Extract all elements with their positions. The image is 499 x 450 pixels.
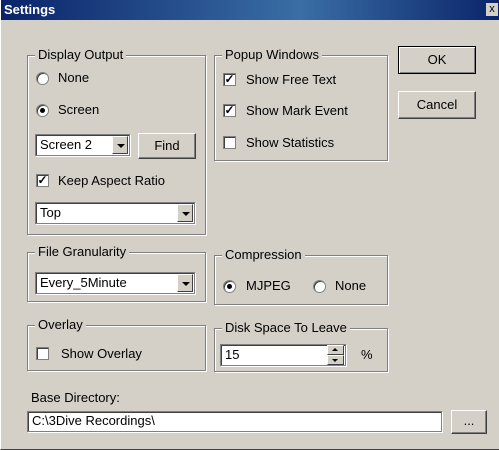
dropdown-arrow-icon[interactable] (112, 136, 128, 154)
dropdown-arrow-icon[interactable] (177, 274, 193, 292)
disk-space-input[interactable]: 15 (220, 344, 346, 366)
compression-mjpeg-label: MJPEG (246, 278, 291, 293)
check-icon: ✓ (224, 72, 235, 86)
check-icon: ✓ (37, 173, 48, 187)
compression-none-radio[interactable] (313, 280, 326, 293)
position-select-value: Top (40, 205, 61, 220)
show-free-text-label: Show Free Text (246, 72, 337, 87)
display-screen-label: Screen (58, 102, 100, 117)
display-screen-radio[interactable] (36, 104, 49, 117)
keep-aspect-checkbox[interactable]: ✓ (36, 174, 49, 187)
compression-legend: Compression (222, 247, 305, 263)
show-mark-event-label: Show Mark Event (246, 103, 348, 118)
show-mark-event-checkbox[interactable]: ✓ (223, 104, 236, 117)
spin-down-icon[interactable] (327, 355, 344, 365)
compression-none-label: None (335, 278, 367, 293)
close-button[interactable]: x (486, 3, 498, 16)
disk-space-value: 15 (225, 347, 240, 362)
position-select[interactable]: Top (35, 202, 195, 224)
disk-space-unit: % (361, 347, 373, 362)
show-free-text-checkbox[interactable]: ✓ (223, 73, 236, 86)
compression-mjpeg-radio[interactable] (223, 280, 236, 293)
title-bar[interactable]: Settings x (1, 0, 499, 20)
browse-button[interactable]: ... (451, 410, 487, 434)
screen-select-value: Screen 2 (40, 137, 93, 152)
display-none-radio[interactable] (36, 72, 49, 85)
window-title: Settings (4, 2, 56, 17)
file-granularity-value: Every_5Minute (40, 275, 127, 290)
overlay-legend: Overlay (35, 317, 86, 333)
check-icon: ✓ (224, 103, 235, 117)
display-none-label: None (58, 70, 90, 85)
disk-space-legend: Disk Space To Leave (222, 320, 350, 336)
file-granularity-legend: File Granularity (35, 244, 130, 260)
show-overlay-checkbox[interactable] (36, 347, 49, 360)
file-granularity-select[interactable]: Every_5Minute (35, 272, 195, 294)
screen-select[interactable]: Screen 2 (35, 134, 130, 156)
disk-space-spinner[interactable] (327, 345, 344, 365)
popup-windows-legend: Popup Windows (222, 47, 322, 63)
find-button[interactable]: Find (138, 133, 196, 159)
display-output-legend: Display Output (35, 47, 127, 63)
dropdown-arrow-icon[interactable] (177, 204, 193, 222)
base-directory-label: Base Directory: (31, 390, 120, 405)
show-statistics-label: Show Statistics (246, 135, 335, 150)
show-overlay-label: Show Overlay (61, 346, 142, 361)
spin-up-icon[interactable] (327, 345, 344, 355)
ok-button[interactable]: OK (398, 46, 476, 74)
keep-aspect-label: Keep Aspect Ratio (58, 173, 165, 188)
base-directory-value: C:\3Dive Recordings\ (32, 413, 155, 428)
cancel-button[interactable]: Cancel (398, 91, 476, 119)
show-statistics-checkbox[interactable] (223, 136, 236, 149)
settings-dialog: Settings x Display Output None Screen Sc… (0, 0, 499, 450)
base-directory-input[interactable]: C:\3Dive Recordings\ (27, 411, 442, 432)
